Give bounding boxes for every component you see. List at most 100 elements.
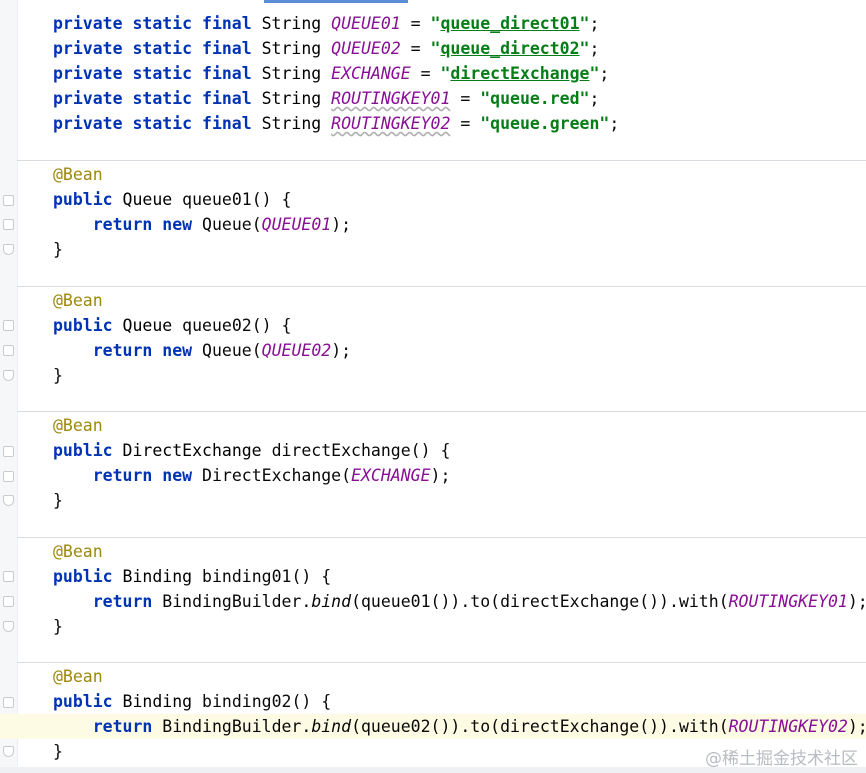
modifier: public — [53, 190, 113, 209]
return-type: Queue — [122, 316, 173, 335]
code-line-method-signature[interactable]: public Binding binding01() { — [53, 564, 866, 589]
code-editor[interactable]: private static final String QUEUE01 = "q… — [0, 0, 866, 773]
fold-marker-icon[interactable] — [3, 571, 14, 582]
constant-ref: QUEUE02 — [261, 341, 332, 360]
code-line-field-queue02[interactable]: private static final String QUEUE02 = "q… — [53, 36, 866, 61]
constant-name: ROUTINGKEY02 — [331, 114, 451, 133]
code-line-annotation[interactable]: @Bean — [53, 288, 866, 313]
fold-marker-icon[interactable] — [3, 195, 14, 206]
method-name: binding01 — [202, 567, 292, 586]
fold-marker-icon[interactable] — [3, 697, 14, 708]
method-call: directExchange — [500, 592, 640, 611]
class-name: BindingBuilder — [162, 592, 302, 611]
constant-name: EXCHANGE — [331, 64, 411, 83]
keyword: new — [162, 466, 193, 485]
fold-marker-icon[interactable] — [3, 219, 14, 230]
return-type: Binding — [122, 567, 193, 586]
editor-gutter[interactable] — [0, 0, 18, 773]
code-line-field-exchange[interactable]: private static final String EXCHANGE = "… — [53, 61, 866, 86]
modifier: public — [53, 692, 113, 711]
method-name: binding02 — [202, 692, 292, 711]
type-name: String — [261, 39, 322, 58]
method-call: queue01 — [361, 592, 431, 611]
keyword: return — [92, 466, 153, 485]
code-line-annotation[interactable]: @Bean — [53, 413, 866, 438]
code-line-annotation[interactable]: @Bean — [53, 664, 866, 689]
code-line-method-body[interactable]: return BindingBuilder.bind(queue01()).to… — [53, 589, 866, 614]
code-line-field-queue01[interactable]: private static final String QUEUE01 = "q… — [53, 11, 866, 36]
method-call: directExchange — [500, 717, 640, 736]
keyword: new — [162, 341, 193, 360]
code-line-method-body-current[interactable]: return BindingBuilder.bind(queue02()).to… — [0, 714, 866, 739]
modifier: public — [53, 567, 113, 586]
code-line-closing-brace[interactable]: } — [53, 488, 866, 513]
constant-name: QUEUE02 — [331, 39, 401, 58]
code-line-method-body[interactable]: return new Queue(QUEUE01); — [53, 212, 866, 237]
static-method-call: bind — [311, 717, 352, 736]
code-line-annotation[interactable]: @Bean — [53, 539, 866, 564]
type-name: String — [261, 114, 322, 133]
keyword: new — [162, 215, 193, 234]
code-line-method-signature[interactable]: public Queue queue01() { — [53, 187, 866, 212]
method-name: queue02 — [182, 316, 252, 335]
method-separator — [17, 286, 866, 287]
constant-ref: EXCHANGE — [351, 466, 431, 485]
modifiers: private static final — [53, 89, 252, 108]
type-name: String — [261, 89, 322, 108]
constructor-name: Queue — [202, 215, 252, 234]
constant-name: ROUTINGKEY01 — [331, 89, 451, 108]
modifiers: private static final — [53, 64, 252, 83]
annotation: @Bean — [53, 667, 103, 686]
fold-marker-icon[interactable] — [3, 471, 14, 482]
annotation: @Bean — [53, 165, 103, 184]
annotation: @Bean — [53, 416, 103, 435]
modifiers: private static final — [53, 14, 252, 33]
fold-marker-icon[interactable] — [3, 345, 14, 356]
constant-ref: ROUTINGKEY02 — [728, 717, 848, 736]
method-call: to — [470, 592, 491, 611]
fold-marker-icon[interactable] — [3, 446, 14, 457]
type-name: String — [261, 14, 322, 33]
static-method-call: bind — [311, 592, 352, 611]
constant-name: QUEUE01 — [331, 14, 401, 33]
method-call: with — [678, 592, 719, 611]
method-separator — [17, 411, 866, 412]
code-line-annotation[interactable]: @Bean — [53, 162, 866, 187]
code-line-field-routingkey01[interactable]: private static final String ROUTINGKEY01… — [53, 86, 866, 111]
code-line-method-signature[interactable]: public Binding binding02() { — [53, 689, 866, 714]
code-line-method-signature[interactable]: public Queue queue02() { — [53, 313, 866, 338]
modifiers: private static final — [53, 39, 252, 58]
fold-end-icon[interactable] — [3, 621, 14, 632]
method-call: queue02 — [361, 717, 431, 736]
method-separator — [17, 160, 866, 161]
annotation: @Bean — [53, 542, 103, 561]
string-literal: "queue.green" — [480, 114, 610, 133]
constant-ref: QUEUE01 — [261, 215, 332, 234]
fold-end-icon[interactable] — [3, 495, 14, 506]
modifiers: private static final — [53, 114, 252, 133]
code-line-closing-brace[interactable]: } — [53, 237, 866, 262]
code-line-field-routingkey02[interactable]: private static final String ROUTINGKEY02… — [53, 111, 866, 136]
type-name: String — [261, 64, 322, 83]
code-line-method-signature[interactable]: public DirectExchange directExchange() { — [53, 438, 866, 463]
fold-end-icon[interactable] — [3, 244, 14, 255]
string-literal: "queue_direct01" — [430, 14, 590, 33]
code-line-closing-brace[interactable]: } — [53, 614, 866, 639]
constant-ref: ROUTINGKEY01 — [728, 592, 848, 611]
annotation: @Bean — [53, 291, 103, 310]
fold-marker-icon[interactable] — [3, 320, 14, 331]
code-line-method-body[interactable]: return new Queue(QUEUE02); — [53, 338, 866, 363]
constructor-name: DirectExchange — [202, 466, 342, 485]
keyword: return — [92, 592, 153, 611]
modifier: public — [53, 316, 113, 335]
code-line-method-body[interactable]: return new DirectExchange(EXCHANGE); — [53, 463, 866, 488]
fold-marker-icon[interactable] — [3, 596, 14, 607]
keyword: return — [92, 215, 153, 234]
string-literal: "directExchange" — [440, 64, 600, 83]
code-line-closing-brace[interactable]: } — [53, 363, 866, 388]
keyword: return — [92, 341, 153, 360]
return-type: Queue — [122, 190, 173, 209]
fold-end-icon[interactable] — [3, 370, 14, 381]
fold-end-icon[interactable] — [3, 746, 14, 757]
modifier: public — [53, 441, 113, 460]
